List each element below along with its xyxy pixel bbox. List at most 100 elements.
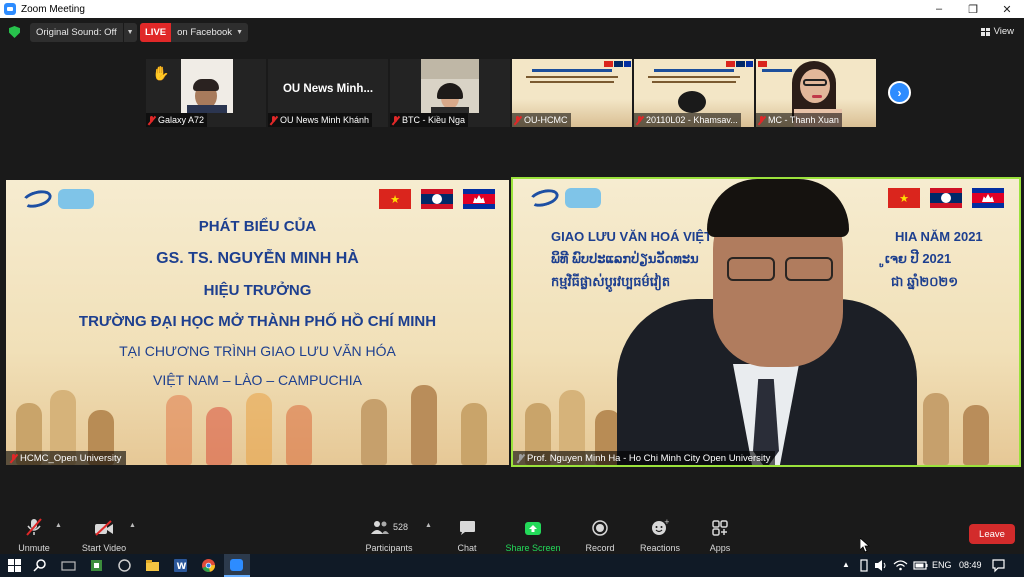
app-icon[interactable] [89, 558, 104, 573]
raised-hand-icon: ✋ [152, 65, 170, 81]
participant-name-tag: BTC - Kiều Nga [390, 113, 469, 127]
unmute-label: Unmute [18, 543, 50, 553]
word-icon[interactable]: W [173, 558, 188, 573]
vietnam-flag-icon: ★ [379, 189, 411, 209]
participant-video-tile[interactable]: ★ PHÁT BIỂU CỦA GS. TS. NGUYỄN MINH HÀ H… [6, 180, 509, 465]
participant-thumbnail[interactable]: BTC - Kiều Nga [390, 59, 510, 127]
reactions-button[interactable]: + Reactions [638, 518, 682, 553]
record-button[interactable]: Record [583, 518, 617, 553]
apps-icon [712, 518, 728, 536]
chevron-up-icon[interactable]: ▲ [129, 522, 136, 529]
participant-display-name: OU News Minh... [282, 83, 374, 95]
participant-name-tag: OU-HCMC [512, 113, 571, 127]
university-name: TRƯỜNG ĐẠI HỌC MỞ THÀNH PHỐ HỒ CHÍ MINH [78, 313, 437, 330]
file-explorer-icon[interactable] [145, 558, 160, 573]
share-screen-label: Share Screen [505, 543, 561, 553]
participant-name: OU News Minh Khánh [280, 115, 370, 125]
video-off-icon [94, 518, 114, 536]
participant-thumbnail[interactable]: OU News Minh... OU News Minh Khánh [268, 59, 388, 127]
notifications-icon[interactable] [991, 558, 1006, 573]
slide-text: ជា ឆ្នាំ២០២១ [891, 274, 959, 289]
windows-taskbar: W ▲ ENG 08:49 [0, 554, 1024, 577]
original-sound-button[interactable]: Original Sound: Off ▼ [30, 23, 137, 42]
slide-text: ູເຈຍ ປີ 2021 [885, 251, 952, 266]
speaker-title: HIỆU TRƯỞNG [203, 282, 312, 299]
leave-button[interactable]: Leave [969, 524, 1015, 544]
participant-name: 20110L02 - Khamsav... [646, 115, 738, 125]
participant-name: HCMC_Open University [20, 452, 122, 464]
participant-name: MC - Thanh Xuan [768, 115, 839, 125]
smiley-plus-icon: + [651, 518, 669, 536]
mic-muted-icon [10, 453, 17, 463]
speaker-glasses [785, 257, 833, 281]
record-icon [592, 518, 608, 536]
mic-muted-icon [392, 115, 399, 125]
battery-icon[interactable] [913, 558, 928, 573]
university-logo-icon [527, 186, 561, 210]
participants-button[interactable]: 528 Participants [364, 518, 414, 553]
participant-thumbnail[interactable]: MC - Thanh Xuan [756, 59, 876, 127]
grid-icon [980, 27, 990, 36]
share-screen-icon [524, 518, 542, 536]
live-stream-button[interactable]: LIVE on Facebook ▼ [140, 23, 248, 42]
usb-device-icon[interactable] [858, 558, 870, 573]
svg-text:W: W [177, 562, 187, 572]
mic-muted-icon [517, 453, 524, 463]
apps-button[interactable]: Apps [706, 518, 734, 553]
vietnam-flag-icon: ★ [888, 188, 920, 208]
maximize-button[interactable]: ❐ [956, 0, 990, 18]
mouse-cursor-icon [860, 538, 870, 553]
event-logo-icon [58, 189, 94, 209]
laos-flag-icon [930, 188, 962, 208]
clock[interactable]: 08:49 [959, 560, 982, 570]
start-video-button[interactable]: Start Video [80, 518, 128, 553]
minimize-button[interactable]: – [922, 0, 956, 18]
cambodia-flag-icon [463, 189, 495, 209]
zoom-taskbar-button[interactable] [224, 554, 250, 577]
mic-muted-icon [270, 115, 277, 125]
slide-text: GIAO LƯU VĂN HOÁ VIỆT [551, 229, 713, 244]
chat-icon [459, 518, 476, 536]
reactions-label: Reactions [639, 543, 681, 553]
chevron-up-icon[interactable]: ▲ [425, 522, 432, 529]
chevron-down-icon[interactable]: ▼ [236, 29, 248, 36]
slide-text: ພິທີ ພົບປະແລກປ່ຽນວັດທະນ [551, 251, 699, 266]
live-badge: LIVE [140, 23, 172, 42]
next-page-arrow-icon[interactable]: › [888, 81, 911, 104]
participant-video [421, 59, 479, 113]
search-icon[interactable] [33, 558, 48, 573]
share-screen-button[interactable]: Share Screen [505, 518, 561, 553]
close-button[interactable]: ✕ [990, 0, 1024, 18]
participant-video [181, 59, 233, 113]
slide-text: កម្មវិធីផ្លាស់ប្តូរវប្បធម៌វៀត [551, 274, 671, 289]
slide-text: HIA NĂM 2021 [895, 229, 983, 244]
encryption-shield-icon[interactable] [9, 26, 20, 38]
participant-thumbnail[interactable]: 20110L02 - Khamsav... [634, 59, 754, 127]
active-speaker-tile[interactable]: ★ CH GIAO LƯU VĂN HOÁ VIỆT HIA NĂM 2021 … [511, 177, 1021, 467]
chevron-down-icon[interactable]: ▼ [122, 23, 137, 42]
wifi-icon[interactable] [893, 558, 908, 573]
unmute-button[interactable]: Unmute [17, 518, 51, 553]
task-view-icon[interactable] [61, 558, 76, 573]
participant-name-tag: Prof. Nguyen Minh Ha - Ho Chi Minh City … [513, 451, 776, 465]
app-icon[interactable] [117, 558, 132, 573]
participant-thumbnail[interactable]: OU-HCMC [512, 59, 632, 127]
volume-icon[interactable] [874, 558, 887, 573]
mic-muted-icon [514, 115, 521, 125]
view-button[interactable]: View [980, 26, 1014, 37]
windows-start-icon[interactable] [7, 558, 22, 573]
participant-name: Galaxy A72 [158, 115, 205, 125]
participant-name-tag: HCMC_Open University [6, 451, 127, 465]
zoom-logo-icon [4, 3, 16, 15]
chat-button[interactable]: Chat [451, 518, 483, 553]
chrome-icon[interactable] [201, 558, 216, 573]
chevron-up-icon[interactable]: ▲ [55, 522, 62, 529]
chevron-up-icon[interactable]: ▲ [842, 560, 850, 569]
participant-name: BTC - Kiều Nga [402, 115, 466, 125]
participant-thumbnail[interactable]: ✋ Galaxy A72 [146, 59, 266, 127]
svg-text:+: + [664, 519, 669, 526]
speaker-name: GS. TS. NGUYỄN MINH HÀ [156, 250, 359, 267]
speaker-glasses [727, 257, 775, 281]
language-indicator[interactable]: ENG [932, 560, 952, 570]
participant-name: Prof. Nguyen Minh Ha - Ho Chi Minh City … [527, 452, 771, 464]
